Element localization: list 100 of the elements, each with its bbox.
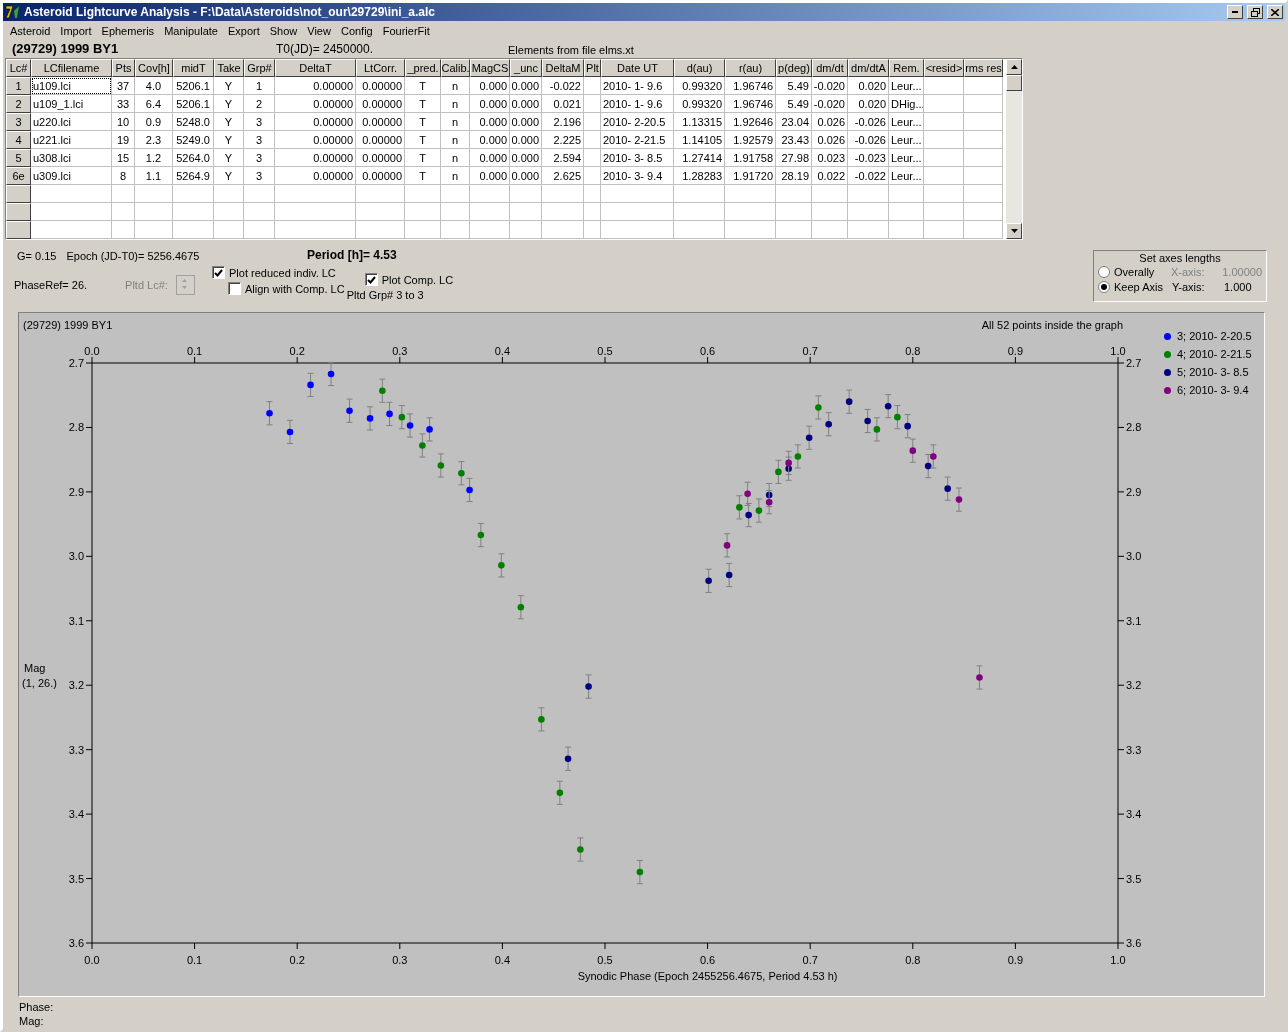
row-header[interactable]: 6e bbox=[6, 167, 31, 185]
table-cell: -0.026 bbox=[848, 113, 889, 131]
column-header[interactable]: DeltaM bbox=[542, 59, 584, 77]
table-cell: T bbox=[405, 95, 441, 113]
menu-item[interactable]: FourierFit bbox=[377, 24, 435, 37]
column-header[interactable]: Calib. bbox=[441, 59, 470, 77]
menu-item[interactable]: Import bbox=[55, 24, 97, 37]
column-header[interactable]: DeltaT bbox=[275, 59, 356, 77]
menu-item[interactable]: Export bbox=[222, 24, 265, 37]
empty-cell bbox=[725, 221, 776, 239]
table-cell: 2.625 bbox=[542, 167, 584, 185]
row-header[interactable]: 1 bbox=[6, 77, 31, 95]
column-header[interactable]: p(deg) bbox=[776, 59, 812, 77]
empty-cell bbox=[964, 113, 1003, 131]
row-header[interactable] bbox=[6, 185, 31, 203]
row-header[interactable]: 2 bbox=[6, 95, 31, 113]
checkbox[interactable]: Plot Comp. LC bbox=[364, 273, 454, 286]
table-cell: 0.000 bbox=[470, 131, 510, 149]
point bbox=[825, 420, 832, 428]
column-header[interactable]: <resid> bbox=[924, 59, 964, 77]
table-cell: T bbox=[405, 77, 441, 95]
table-cell: 3 bbox=[244, 149, 275, 167]
row-header[interactable]: 5 bbox=[6, 149, 31, 167]
restore-button[interactable] bbox=[1247, 5, 1263, 19]
column-header[interactable]: Rem. bbox=[889, 59, 924, 77]
point bbox=[955, 496, 963, 503]
down-arrow-icon[interactable] bbox=[1010, 229, 1018, 233]
radio-button[interactable]: Keep Axis bbox=[1098, 281, 1172, 293]
column-header[interactable]: midT bbox=[173, 59, 214, 77]
checkbox[interactable]: Align with Comp. LC bbox=[228, 282, 345, 295]
column-header[interactable]: rms res bbox=[964, 59, 1003, 77]
table-cell: 2010- 1- 9.6 bbox=[601, 95, 674, 113]
table-cell: DHig... bbox=[889, 95, 924, 113]
scrollbar[interactable] bbox=[1006, 59, 1022, 239]
table-cell: 5248.0 bbox=[173, 113, 214, 131]
column-header[interactable]: dm/dtA bbox=[848, 59, 889, 77]
column-header[interactable]: LtCorr. bbox=[356, 59, 405, 77]
column-header[interactable]: Take bbox=[214, 59, 244, 77]
column-header[interactable]: MagCS bbox=[470, 59, 510, 77]
row-header[interactable] bbox=[6, 221, 31, 239]
table-cell: 4.0 bbox=[135, 77, 173, 95]
menu-item[interactable]: View bbox=[302, 24, 336, 37]
menu-item[interactable]: Config bbox=[335, 24, 378, 37]
row-header[interactable]: 3 bbox=[6, 113, 31, 131]
table-cell: 0.000 bbox=[470, 167, 510, 185]
column-header[interactable]: d(au) bbox=[674, 59, 725, 77]
minimize-icon bbox=[1232, 11, 1238, 13]
column-header[interactable]: _unc bbox=[510, 59, 542, 77]
empty-cell bbox=[848, 221, 889, 239]
checkbox[interactable]: Plot reduced indiv. LC bbox=[212, 266, 336, 279]
data-point bbox=[564, 746, 572, 771]
axis-tick-label: 3.3 bbox=[68, 743, 84, 756]
table-cell: 1.91758 bbox=[725, 149, 776, 167]
empty-cell bbox=[674, 185, 725, 203]
axis-tick-label: 3.0 bbox=[1126, 550, 1142, 563]
check-icon bbox=[214, 268, 223, 277]
table-cell: n bbox=[441, 149, 470, 167]
table-cell: 0.00000 bbox=[275, 167, 356, 185]
column-header[interactable]: LCfilename bbox=[31, 59, 112, 77]
column-header[interactable]: Pts bbox=[112, 59, 135, 77]
table-cell: u109.lci bbox=[31, 77, 112, 95]
point bbox=[327, 370, 335, 378]
table-cell: 2.196 bbox=[542, 113, 584, 131]
row-header[interactable] bbox=[6, 203, 31, 221]
radio-button[interactable]: Overally bbox=[1098, 266, 1171, 278]
table-cell: -0.022 bbox=[848, 167, 889, 185]
point bbox=[266, 409, 273, 417]
axis-tick-label: 3.1 bbox=[1126, 614, 1142, 627]
column-header[interactable]: Cov[h] bbox=[135, 59, 173, 77]
column-header[interactable]: Date UT bbox=[601, 59, 674, 77]
data-point bbox=[327, 361, 335, 387]
menu-item[interactable]: Show bbox=[264, 24, 303, 37]
up-arrow-icon[interactable] bbox=[1010, 65, 1018, 69]
empty-cell bbox=[356, 185, 405, 203]
menu-item[interactable]: Ephemeris bbox=[96, 24, 160, 37]
empty-cell bbox=[214, 185, 244, 203]
menu-item[interactable]: Asteroid bbox=[5, 24, 56, 37]
column-header[interactable]: Plt bbox=[584, 59, 601, 77]
scroll-thumb[interactable] bbox=[1006, 75, 1022, 91]
table-cell: 3 bbox=[244, 113, 275, 131]
minimize-button[interactable] bbox=[1227, 5, 1243, 19]
empty-cell bbox=[924, 185, 964, 203]
point bbox=[437, 462, 445, 469]
column-header[interactable]: Lc# bbox=[6, 59, 31, 77]
empty-cell bbox=[924, 221, 964, 239]
column-header[interactable]: r(au) bbox=[725, 59, 776, 77]
empty-cell bbox=[470, 203, 510, 221]
column-header[interactable]: _pred. bbox=[405, 59, 441, 77]
row-header[interactable]: 4 bbox=[6, 131, 31, 149]
column-header[interactable]: Grp# bbox=[244, 59, 275, 77]
empty-cell bbox=[924, 131, 964, 149]
close-button[interactable] bbox=[1267, 5, 1283, 19]
pltd-grp-label: Pltd Grp# 3 to 3 bbox=[346, 289, 424, 301]
data-point bbox=[845, 389, 853, 414]
table-cell: 0.000 bbox=[470, 113, 510, 131]
menu-item[interactable]: Manipulate bbox=[159, 24, 223, 37]
table-cell: 15 bbox=[112, 149, 135, 167]
column-header[interactable]: dm/dt bbox=[812, 59, 848, 77]
axis-tick-label: 3.4 bbox=[1126, 808, 1142, 821]
empty-cell bbox=[812, 185, 848, 203]
